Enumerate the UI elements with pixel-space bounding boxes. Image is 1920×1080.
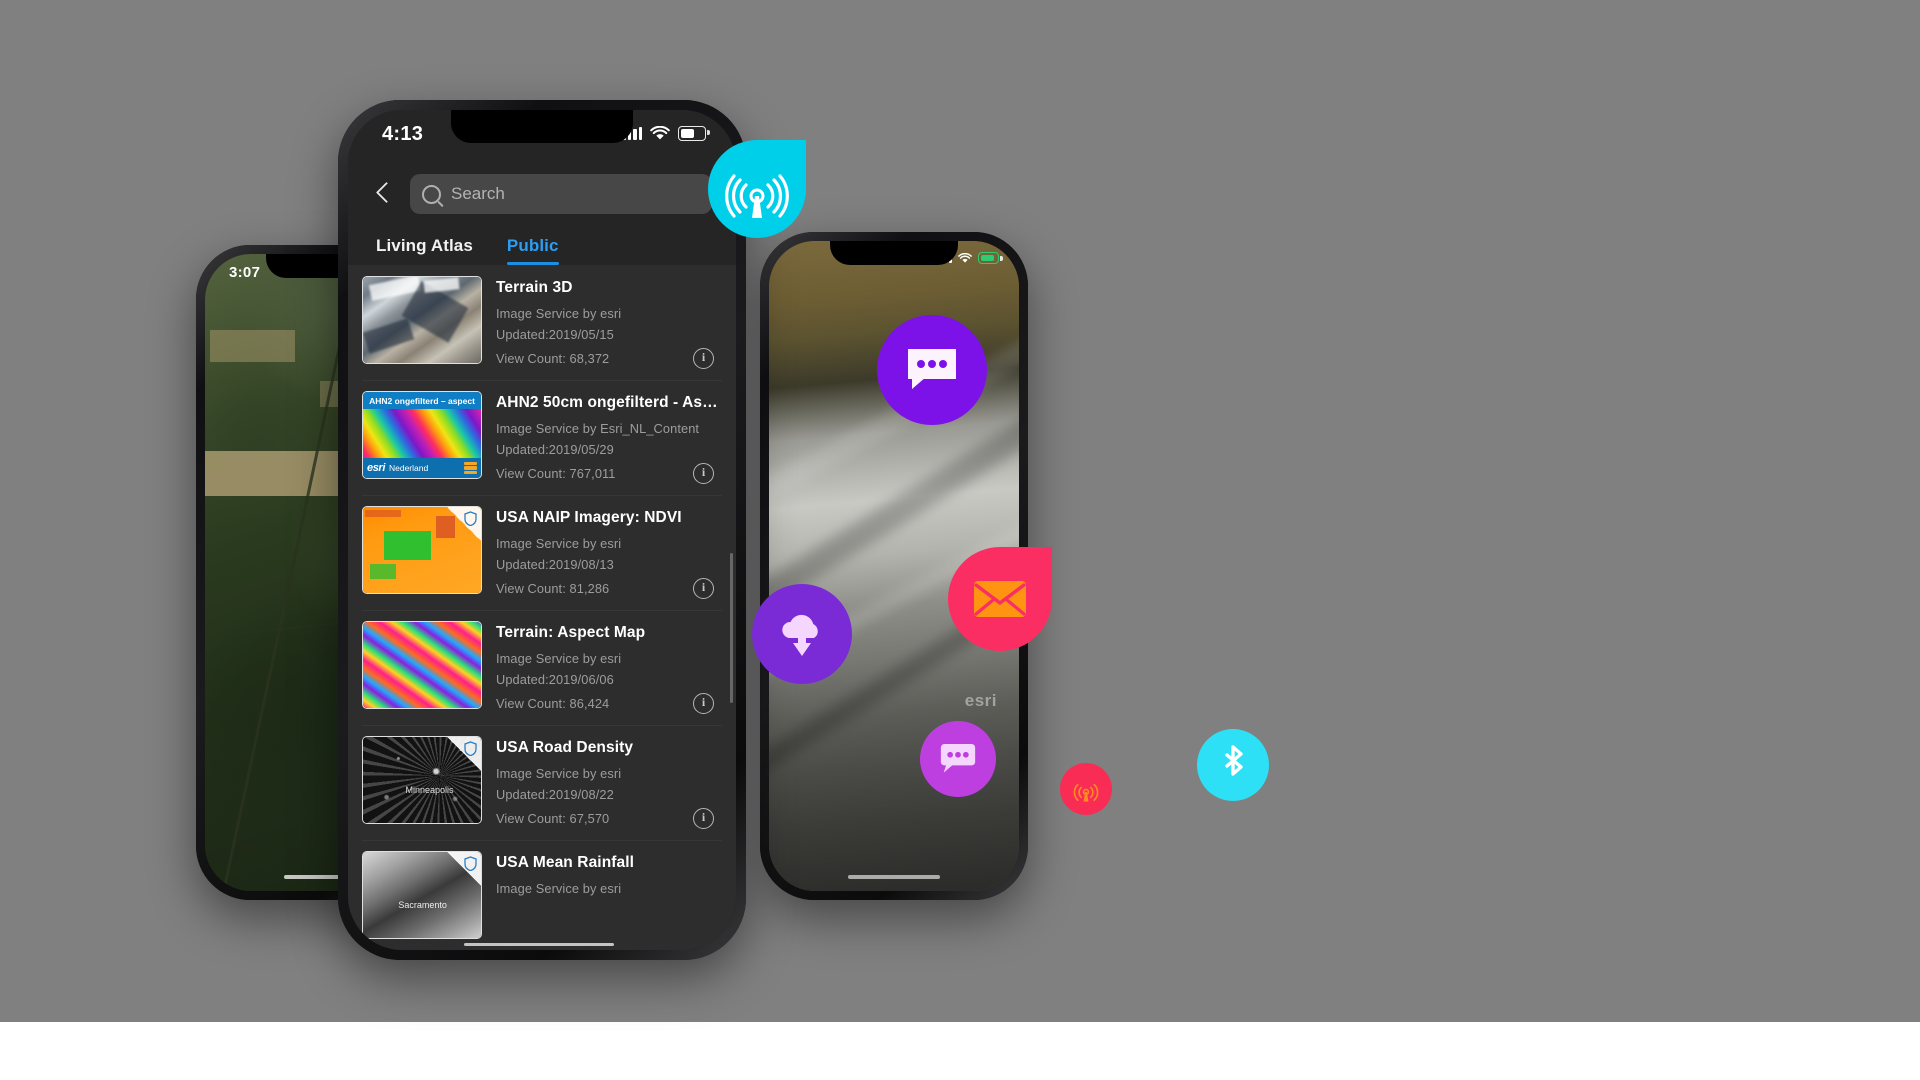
item-thumbnail[interactable]	[362, 276, 482, 364]
tab-public[interactable]: Public	[506, 236, 559, 265]
item-service: Image Service by esri	[496, 766, 622, 781]
item-service: Image Service by Esri_NL_Content	[496, 421, 700, 436]
front-phone-screen: Search Living Atlas Public Terrain 3D Im…	[348, 110, 736, 950]
esri-region-label: Nederland	[388, 463, 429, 473]
item-service: Image Service by esri	[496, 306, 622, 321]
chat-bubble-small-icon	[940, 744, 976, 773]
bluetooth-icon-bubble[interactable]	[1197, 729, 1269, 801]
mountain-ridge-thumbnail	[363, 277, 481, 363]
item-service: Image Service by esri	[496, 651, 622, 666]
item-meta: AHN2 50cm ongefilterd - Asp… Image Servi…	[496, 391, 720, 484]
item-view-count: View Count: 767,011	[496, 466, 616, 481]
item-updated: Updated:2019/05/29	[496, 442, 614, 457]
right-phone-home-indicator[interactable]	[848, 875, 940, 879]
esri-watermark: esri	[964, 691, 997, 710]
item-updated: Updated:2019/08/22	[496, 787, 614, 802]
item-thumbnail[interactable]: Minneapolis	[362, 736, 482, 824]
wifi-icon	[650, 126, 670, 140]
shield-badge	[447, 507, 481, 541]
item-meta: Terrain: Aspect Map Image Service by esr…	[496, 621, 720, 714]
cloud-download-icon-bubble[interactable]	[752, 584, 852, 684]
item-view-count: View Count: 67,570	[496, 811, 610, 826]
envelope-icon	[974, 581, 1026, 617]
info-icon[interactable]	[693, 463, 714, 484]
item-view-count: View Count: 68,372	[496, 351, 610, 366]
search-row: Search	[348, 162, 736, 214]
broadcast-icon	[725, 174, 789, 218]
terrain-aspect-thumbnail	[363, 622, 481, 708]
info-icon[interactable]	[693, 693, 714, 714]
front-phone-notch	[451, 110, 633, 143]
item-view-count: View Count: 81,286	[496, 581, 610, 596]
chat-bubble-icon-bubble[interactable]	[877, 315, 987, 425]
info-icon[interactable]	[693, 808, 714, 829]
layers-icon	[464, 461, 477, 475]
battery-icon	[978, 252, 1003, 264]
vertical-scrollbar[interactable]	[730, 552, 733, 703]
left-phone-clock: 3:07	[229, 264, 261, 281]
item-meta: USA Mean Rainfall Image Service by esri	[496, 851, 720, 939]
search-placeholder: Search	[451, 184, 505, 203]
radio-wave-icon	[1073, 783, 1099, 802]
item-title: Terrain 3D	[496, 279, 573, 296]
list-item[interactable]: Terrain 3D Image Service by esri Updated…	[348, 265, 736, 380]
search-icon	[422, 184, 441, 204]
shield-badge	[447, 852, 481, 886]
item-meta: USA NAIP Imagery: NDVI Image Service by …	[496, 506, 720, 599]
item-title: Terrain: Aspect Map	[496, 624, 646, 641]
chat-bubble-small-icon-bubble[interactable]	[920, 721, 996, 797]
bluetooth-icon	[1225, 745, 1243, 776]
arcgis-app: Search Living Atlas Public Terrain 3D Im…	[348, 110, 736, 950]
item-title: USA NAIP Imagery: NDVI	[496, 509, 682, 526]
item-thumbnail[interactable]: AHN2 ongefilterd – aspect esri Nederland	[362, 391, 482, 479]
item-title: AHN2 50cm ongefilterd - Asp…	[496, 394, 720, 411]
front-phone-clock: 4:13	[382, 123, 424, 145]
item-view-count: View Count: 86,424	[496, 696, 610, 711]
item-thumbnail[interactable]	[362, 506, 482, 594]
item-service: Image Service by esri	[496, 881, 622, 896]
content-list[interactable]: Terrain 3D Image Service by esri Updated…	[348, 265, 736, 950]
envelope-icon-bubble[interactable]	[948, 547, 1052, 651]
info-icon[interactable]	[693, 578, 714, 599]
item-title: USA Mean Rainfall	[496, 854, 635, 871]
item-thumbnail[interactable]: Sacramento	[362, 851, 482, 939]
item-meta: Terrain 3D Image Service by esri Updated…	[496, 276, 720, 369]
chat-bubble-icon	[908, 349, 956, 389]
info-icon[interactable]	[693, 348, 714, 369]
thumbnail-footer: esri Nederland	[363, 458, 481, 478]
list-item[interactable]: Sacramento USA Mean Rainfall Image Servi…	[348, 840, 736, 950]
horizontal-scrollbar[interactable]	[464, 942, 615, 946]
broadcast-icon-bubble[interactable]	[708, 140, 806, 238]
list-item[interactable]: USA NAIP Imagery: NDVI Image Service by …	[348, 495, 736, 610]
item-meta: USA Road Density Image Service by esri U…	[496, 736, 720, 829]
wifi-icon	[958, 252, 972, 263]
thumbnail-place-label: Sacramento	[398, 900, 447, 911]
esri-logo: esri	[367, 462, 385, 474]
list-item[interactable]: Terrain: Aspect Map Image Service by esr…	[348, 610, 736, 725]
tab-bar: Living Atlas Public	[348, 214, 736, 265]
list-item[interactable]: AHN2 ongefilterd – aspect esri Nederland…	[348, 380, 736, 495]
item-service: Image Service by esri	[496, 536, 622, 551]
battery-icon	[678, 126, 710, 141]
screenshot-stage: 3:07 esri Search Living Atlas Public Ter…	[0, 0, 1920, 1080]
cloud-download-icon	[782, 614, 818, 656]
bottom-white-strip	[0, 1022, 1920, 1080]
tab-living-atlas[interactable]: Living Atlas	[376, 236, 473, 265]
shield-badge	[447, 737, 481, 771]
back-button[interactable]	[372, 178, 394, 210]
item-thumbnail[interactable]	[362, 621, 482, 709]
item-title: USA Road Density	[496, 739, 634, 756]
front-phone-device: Search Living Atlas Public Terrain 3D Im…	[338, 100, 746, 960]
search-input[interactable]: Search	[410, 174, 712, 214]
radio-wave-icon-bubble[interactable]	[1060, 763, 1112, 815]
item-updated: Updated:2019/05/15	[496, 327, 614, 342]
list-item[interactable]: Minneapolis USA Road Density Image Servi…	[348, 725, 736, 840]
item-updated: Updated:2019/06/06	[496, 672, 614, 687]
thumbnail-header-label: AHN2 ongefilterd – aspect	[363, 392, 481, 409]
item-updated: Updated:2019/08/13	[496, 557, 614, 572]
thumbnail-place-label: Minneapolis	[405, 785, 454, 796]
